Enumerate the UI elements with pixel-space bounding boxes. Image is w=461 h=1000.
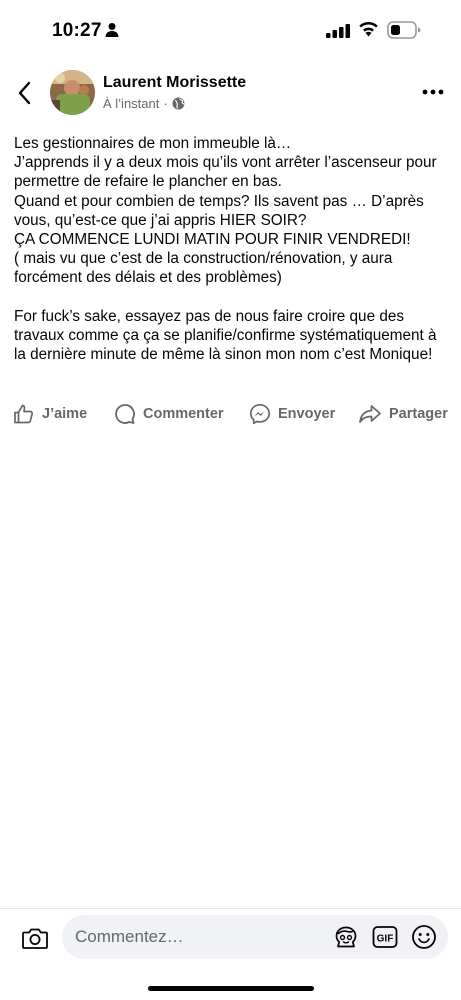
gif-label: GIF <box>377 933 394 944</box>
post-paragraph: J’apprends il y a deux mois qu’ils vont … <box>14 154 441 191</box>
post-paragraph: Les gestionnaires de mon immeuble là… <box>14 135 292 152</box>
thumbs-up-icon <box>14 404 34 424</box>
author-name[interactable]: Laurent Morissette <box>103 74 246 92</box>
comment-bubble-icon <box>115 404 135 424</box>
more-options-icon[interactable] <box>421 82 445 102</box>
post-header: Laurent Morissette À l’instant · <box>0 68 461 118</box>
like-button[interactable]: J’aime <box>13 400 87 428</box>
messenger-icon <box>249 403 271 425</box>
status-time: 10:27 <box>52 20 102 41</box>
comment-input-container: GIF <box>62 915 448 959</box>
send-label: Envoyer <box>278 406 336 422</box>
comment-button[interactable]: Commenter <box>114 400 224 428</box>
send-button[interactable]: Envoyer <box>249 400 335 428</box>
avatar-photo <box>50 70 95 115</box>
comment-label: Commenter <box>143 406 224 422</box>
signal-icon <box>326 24 350 38</box>
post-paragraph: Quand et pour combien de temps? Ils save… <box>14 192 429 229</box>
back-button[interactable] <box>14 80 36 106</box>
emoji-icon[interactable] <box>411 924 437 950</box>
status-bar: 10:27 <box>0 0 461 60</box>
post-paragraph: For fuck’s sake, essayez pas de nous fai… <box>14 307 441 364</box>
gif-icon: GIF <box>372 926 398 948</box>
avatar[interactable] <box>50 70 95 115</box>
post-paragraph: ( mais vu que c’est de la construction/r… <box>14 250 397 287</box>
meta-separator: · <box>163 96 168 111</box>
like-label: J’aime <box>42 406 88 422</box>
comment-input[interactable] <box>75 915 325 959</box>
action-bar: J’aime Commenter Envoyer Partager <box>0 400 461 428</box>
post-paragraph: ÇA COMMENCE LUNDI MATIN POUR FINIR VENDR… <box>14 231 411 249</box>
avatar-sticker-icon[interactable] <box>333 925 359 949</box>
post-body: Les gestionnaires de mon immeuble là… J’… <box>14 134 450 364</box>
share-label: Partager <box>389 406 448 422</box>
post-timestamp[interactable]: À l’instant <box>103 96 159 111</box>
share-button[interactable]: Partager <box>358 400 448 428</box>
post-meta: À l’instant · <box>103 96 185 111</box>
share-arrow-icon <box>359 405 381 423</box>
wifi-icon <box>359 21 378 37</box>
battery-icon <box>387 21 421 39</box>
gif-button[interactable]: GIF <box>372 925 398 949</box>
comment-bar: GIF <box>0 908 461 966</box>
globe-icon <box>172 97 185 110</box>
camera-icon[interactable] <box>21 925 49 951</box>
person-icon <box>105 23 119 37</box>
home-indicator <box>148 986 314 991</box>
